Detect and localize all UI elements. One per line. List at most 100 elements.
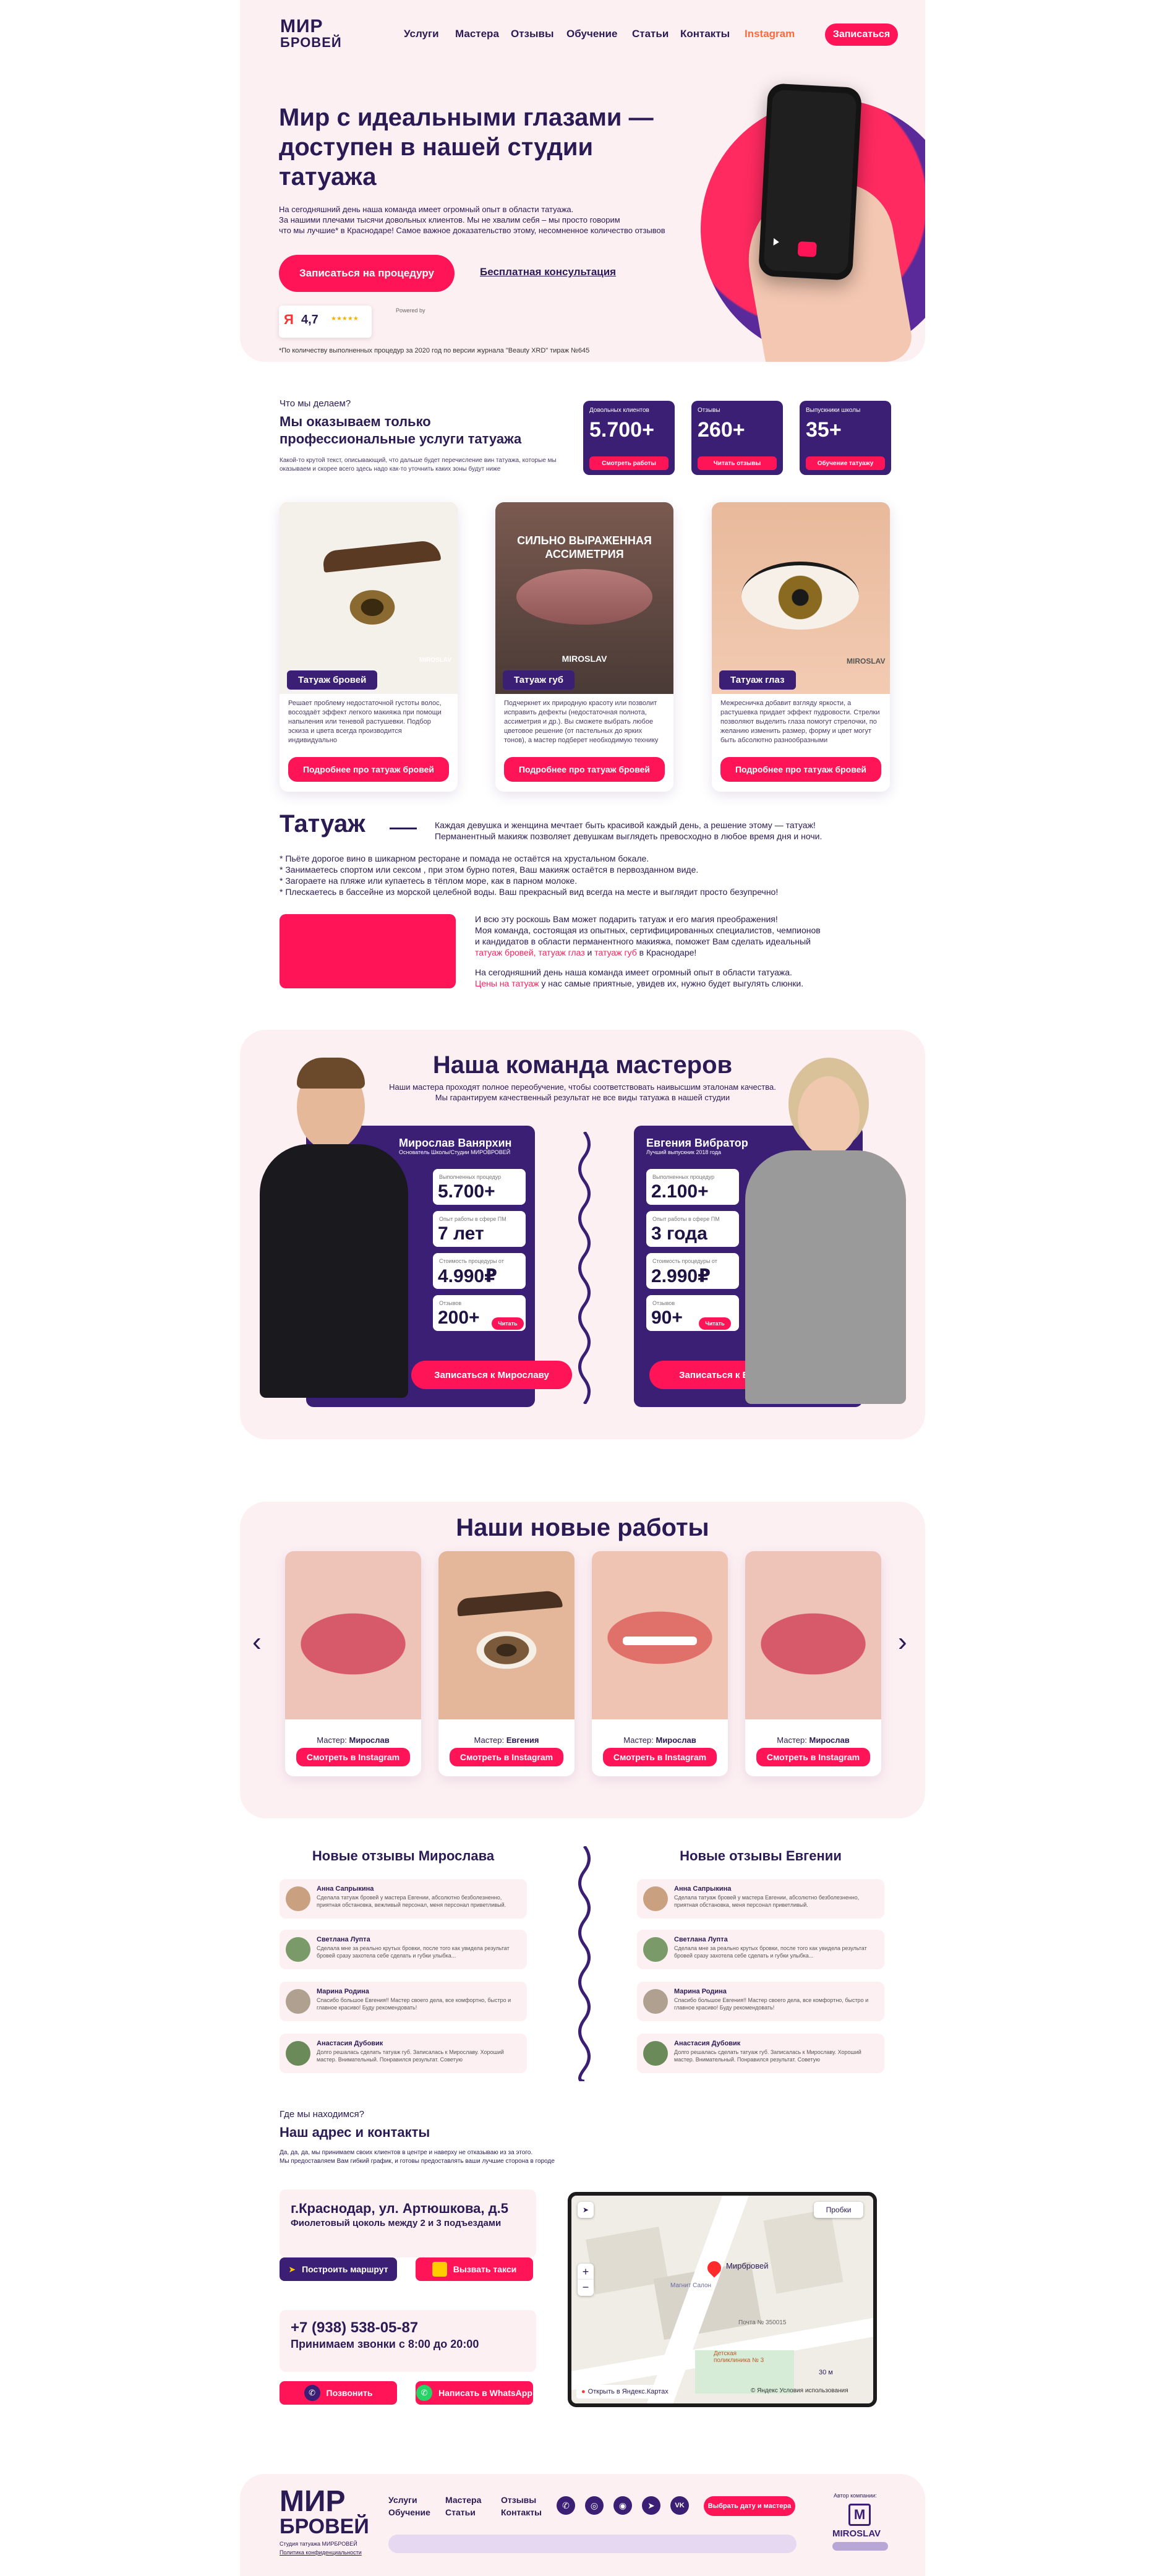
rating-widget[interactable]: Я 4,7 ★★★★★	[279, 306, 372, 338]
nav-contacts[interactable]: Контакты	[680, 28, 730, 40]
traffic-button[interactable]: Пробки	[814, 2202, 863, 2218]
review-card[interactable]: Марина Родина Спасибо большое Евгения!! М…	[280, 1982, 527, 2021]
service-more-button[interactable]: Подробнее про татуаж бровей	[288, 757, 449, 782]
zoom-in-icon[interactable]: +	[578, 2264, 594, 2280]
review-text: Сделала мне за реально крутых бровки, по…	[674, 1945, 867, 1959]
hero-phone	[758, 83, 863, 281]
map-label: Почта № 350015	[738, 2319, 787, 2326]
stat-label: Отзывы	[698, 407, 720, 414]
review-card[interactable]: Анна Сапрыкина Сделала татуаж бровей у ма…	[280, 1879, 527, 1919]
stat-button[interactable]: Обучение татуажу	[806, 456, 885, 470]
tattoo-bullet: * Занимаетесь спортом или сексом , при э…	[280, 865, 699, 875]
wavy-divider	[578, 1132, 591, 1404]
footer-link[interactable]: Отзывы	[501, 2495, 536, 2505]
instagram-button[interactable]: Смотреть в Instagram	[603, 1748, 717, 1766]
geolocation-icon[interactable]: ➤	[578, 2202, 594, 2218]
service-text: Подчеркнет их природную красоту или позв…	[504, 700, 659, 744]
service-more-button[interactable]: Подробнее про татуаж бровей	[720, 757, 881, 782]
instagram-button[interactable]: Смотреть в Instagram	[450, 1748, 563, 1766]
call-button[interactable]: ✆ Позвонить	[280, 2381, 397, 2405]
review-card[interactable]: Марина Родина Спасибо большое Евгения!! М…	[637, 1982, 884, 2021]
tattoo-p1a: И всю эту роскошь Вам может подарить тат…	[475, 914, 778, 924]
master-name: Евгения	[506, 1735, 539, 1745]
review-card[interactable]: Анастасия Дубовик Долго решалась сделать …	[280, 2034, 527, 2073]
consult-link[interactable]: Бесплатная консультация	[480, 266, 616, 278]
nav-masters[interactable]: Мастера	[455, 28, 499, 40]
master-stat-label: Отзывов	[439, 1300, 462, 1306]
play-icon[interactable]	[773, 238, 780, 246]
instagram-icon[interactable]: ◎	[585, 2496, 604, 2515]
contacts-kicker: Где мы находимся?	[280, 2109, 365, 2120]
footer-link[interactable]: Контакты	[501, 2507, 542, 2517]
footer-link[interactable]: Услуги	[388, 2495, 417, 2505]
hero-text-2: За нашими плечами тысячи довольных клиен…	[279, 215, 620, 225]
review-author: Анна Сапрыкина	[317, 1885, 374, 1893]
footer-logo[interactable]: МИР БРОВЕЙ	[280, 2487, 369, 2539]
link-prices[interactable]: Цены на татуаж	[475, 978, 539, 988]
footer-brand: MIROSLAV	[832, 2528, 881, 2539]
footer-link[interactable]: Статьи	[445, 2507, 476, 2517]
review-card[interactable]: Светлана Лупта Сделала мне за реально кру…	[280, 1930, 527, 1969]
nav-services[interactable]: Услуги	[404, 28, 439, 40]
eye-shape	[741, 562, 859, 630]
work-master: Мастер: Мирослав	[285, 1735, 421, 1745]
instagram-button[interactable]: Смотреть в Instagram	[296, 1748, 410, 1766]
hero-text-1: На сегодняшний день наша команда имеет о…	[279, 205, 574, 214]
master-name: Мирослав Ванярхин	[399, 1137, 512, 1149]
review-card[interactable]: Светлана Лупта Сделала мне за реально кру…	[637, 1930, 884, 1969]
service-more-button[interactable]: Подробнее про татуаж бровей	[504, 757, 665, 782]
logo[interactable]: МИР БРОВЕЙ	[280, 17, 341, 51]
whatsapp-icon[interactable]: ✆	[557, 2496, 575, 2515]
footer-policy[interactable]: Политика конфиденциальности	[280, 2549, 362, 2556]
phone-number[interactable]: +7 (938) 538-05-87	[291, 2319, 418, 2337]
prices-text: у нас самые приятные, увидев их, нужно б…	[539, 978, 804, 988]
hero-cta-button[interactable]: Записаться на процедуру	[279, 255, 455, 292]
review-card[interactable]: Анастасия Дубовик Долго решалась сделать …	[637, 2034, 884, 2073]
footer-link[interactable]: Обучение	[388, 2507, 430, 2517]
nav-instagram[interactable]: Instagram	[745, 28, 795, 40]
stat-value: 5.700+	[589, 418, 654, 442]
work-master: Мастер: Евгения	[438, 1735, 575, 1745]
read-reviews-button[interactable]: Читать	[492, 1317, 524, 1330]
book-miroslav-button[interactable]: Записаться к Мирославу	[411, 1361, 572, 1389]
nav-reviews[interactable]: Отзывы	[511, 28, 554, 40]
stat-button[interactable]: Смотреть работы	[589, 456, 669, 470]
review-text: Сделала татуаж бровей у мастера Евгении,…	[317, 1894, 506, 1908]
telegram-icon[interactable]: ➤	[642, 2496, 660, 2515]
carousel-prev-icon[interactable]: ‹	[252, 1627, 262, 1658]
vk-icon[interactable]: VK	[670, 2496, 689, 2515]
footer-brand-bar[interactable]	[832, 2542, 888, 2551]
rating-value: 4,7	[301, 313, 318, 327]
avatar	[643, 1886, 668, 1911]
footer-link[interactable]: Мастера	[445, 2495, 481, 2505]
nav-training[interactable]: Обучение	[566, 28, 617, 40]
watermark-icon: MIROSLAV	[419, 657, 452, 664]
miroslav-logo-icon: M	[848, 2504, 871, 2526]
taxi-button[interactable]: Вызвать такси	[416, 2257, 533, 2281]
traffic-label: Пробки	[826, 2206, 852, 2214]
link-brows-eyes[interactable]: татуаж бровей, татуаж глаз	[475, 948, 585, 957]
footer-cta-button[interactable]: Выбрать дату и мастера	[704, 2496, 795, 2516]
zoom-out-icon[interactable]: −	[578, 2280, 594, 2296]
instagram-alt-icon[interactable]: ◉	[613, 2496, 632, 2515]
link-lips[interactable]: татуаж губ	[594, 948, 636, 957]
review-card[interactable]: Анна Сапрыкина Сделала татуаж бровей у ма…	[637, 1879, 884, 1919]
whatsapp-button[interactable]: ✆ Написать в WhatsApp	[416, 2381, 533, 2405]
video-placeholder[interactable]	[280, 914, 456, 988]
header-signup-button[interactable]: Записаться	[825, 24, 898, 46]
mute-icon[interactable]	[797, 241, 817, 257]
work-card: Мастер: Мирослав Смотреть в Instagram	[285, 1551, 421, 1776]
stat-button[interactable]: Читать отзывы	[698, 456, 777, 470]
route-button[interactable]: ➤ Построить маршрут	[280, 2257, 397, 2281]
call-label: Позвонить	[326, 2388, 373, 2398]
yandex-map[interactable]: ➤ Пробки + − Мирбровей Магнит Салон Почт…	[568, 2192, 877, 2407]
instagram-button[interactable]: Смотреть в Instagram	[756, 1748, 870, 1766]
carousel-next-icon[interactable]: ›	[898, 1627, 907, 1658]
review-text: Долго решалась сделать татуаж губ. Запис…	[674, 2049, 861, 2063]
nav-articles[interactable]: Статьи	[632, 28, 669, 40]
review-text: Спасибо большое Евгения!! Мастер своего …	[674, 1997, 869, 2011]
open-in-yandex[interactable]: ● Открыть в Яндекс.Картах	[576, 2385, 673, 2398]
map-copyright[interactable]: © Яндекс Условия использования	[751, 2387, 848, 2394]
read-reviews-button[interactable]: Читать	[699, 1317, 731, 1330]
overlay-text-2: АССИМЕТРИЯ	[545, 548, 624, 560]
